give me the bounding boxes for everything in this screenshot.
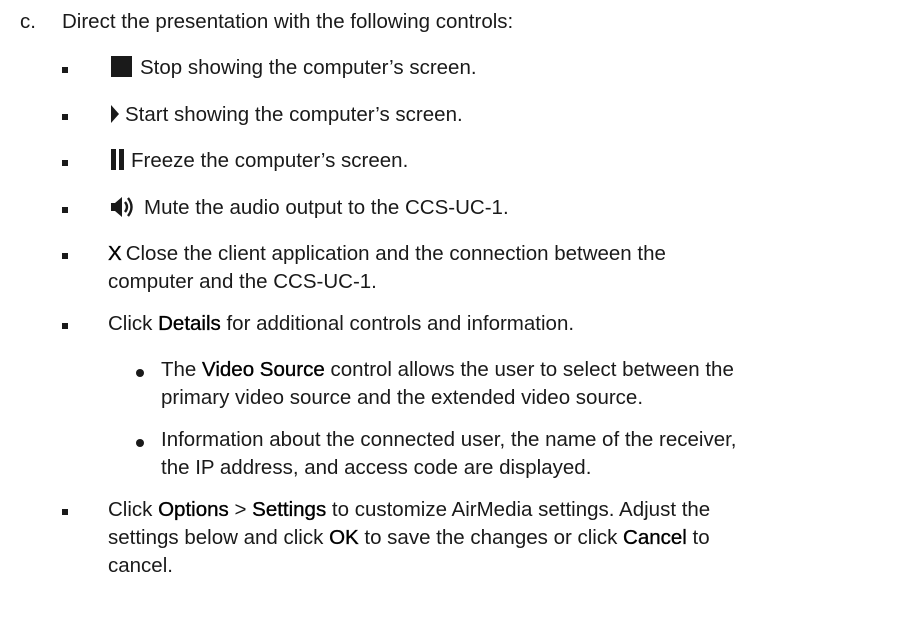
square-bullet bbox=[62, 67, 68, 73]
video-source-text-before: The bbox=[161, 358, 203, 381]
ok-term: OK bbox=[329, 526, 359, 549]
round-bullet bbox=[136, 439, 144, 447]
square-bullet bbox=[62, 509, 68, 515]
freeze-description: Freeze the computer’s screen. bbox=[131, 149, 409, 172]
step-marker: c. bbox=[20, 10, 36, 33]
stop-icon bbox=[111, 56, 132, 78]
pause-icon bbox=[111, 149, 125, 171]
round-bullet bbox=[136, 369, 144, 377]
details-text-after: for additional controls and information. bbox=[220, 312, 575, 335]
video-source-line2: primary video source and the extended vi… bbox=[161, 386, 644, 409]
square-bullet bbox=[62, 160, 68, 166]
document-page: c. Direct the presentation with the foll… bbox=[0, 0, 897, 625]
step-heading: Direct the presentation with the followi… bbox=[62, 10, 514, 33]
settings-term: Settings bbox=[252, 498, 327, 521]
square-bullet bbox=[62, 253, 68, 259]
list-item-close: X Close the client application and the co… bbox=[108, 240, 838, 296]
options-separator: > bbox=[228, 498, 253, 521]
close-description-line2: computer and the CCS-UC-1. bbox=[108, 270, 377, 293]
sub-item-information: Information about the connected user, th… bbox=[161, 426, 861, 482]
options-term: Options bbox=[158, 498, 229, 521]
information-line1: Information about the connected user, th… bbox=[161, 428, 737, 451]
options-line2-after: to bbox=[686, 526, 710, 549]
list-item-details: Click Details for additional controls an… bbox=[108, 310, 838, 338]
list-item-freeze: Freeze the computer’s screen. bbox=[108, 147, 838, 175]
stop-description: Stop showing the computer’s screen. bbox=[140, 56, 477, 79]
list-item-mute: Mute the audio output to the CCS-UC-1. bbox=[108, 194, 838, 222]
square-bullet bbox=[62, 207, 68, 213]
options-line2-middle: to save the changes or click bbox=[358, 526, 624, 549]
list-item-stop: Stop showing the computer’s screen. bbox=[108, 54, 838, 82]
video-source-term: Video Source bbox=[202, 358, 325, 381]
details-text-before: Click bbox=[108, 312, 159, 335]
square-bullet bbox=[62, 114, 68, 120]
list-item-options: Click Options > Settings to customize Ai… bbox=[108, 496, 868, 580]
sub-item-video-source: The Video Source control allows the user… bbox=[161, 356, 861, 412]
start-description: Start showing the computer’s screen. bbox=[125, 103, 463, 126]
information-line2: the IP address, and access code are disp… bbox=[161, 456, 592, 479]
details-term: Details bbox=[158, 312, 221, 335]
close-x-mark: X bbox=[108, 242, 122, 265]
speaker-icon bbox=[111, 196, 133, 217]
video-source-text-after: control allows the user to select betwee… bbox=[324, 358, 734, 381]
options-text-after: to customize AirMedia settings. Adjust t… bbox=[326, 498, 711, 521]
cancel-term: Cancel bbox=[623, 526, 687, 549]
square-bullet bbox=[62, 323, 68, 329]
options-line3: cancel. bbox=[108, 554, 173, 577]
mute-description: Mute the audio output to the CCS-UC-1. bbox=[144, 196, 509, 219]
play-icon bbox=[111, 104, 119, 123]
list-item-start: Start showing the computer’s screen. bbox=[108, 101, 838, 129]
options-line2-before: settings below and click bbox=[108, 526, 330, 549]
close-description-line1: Close the client application and the con… bbox=[125, 242, 666, 265]
options-text-before: Click bbox=[108, 498, 159, 521]
